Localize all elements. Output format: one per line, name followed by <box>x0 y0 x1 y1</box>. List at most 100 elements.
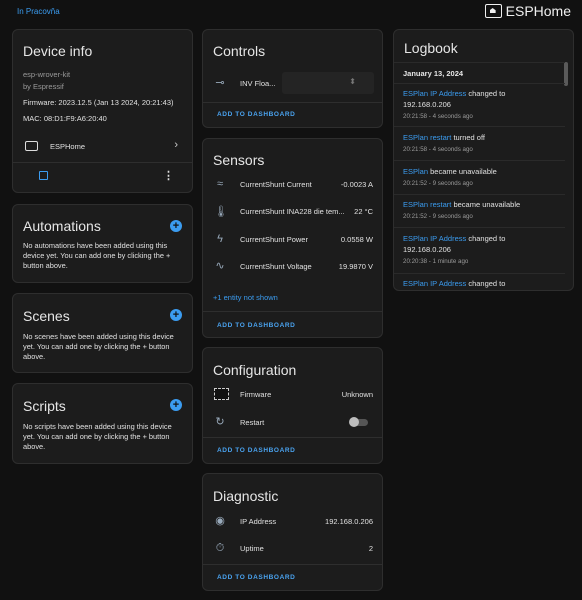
card-title: Configuration <box>213 362 297 378</box>
log-text: changed to <box>466 279 506 288</box>
card-title: Automations <box>23 218 101 234</box>
sine-wave-icon: ∿ <box>215 260 225 272</box>
log-entry: ESPlan became unavailable 20:21:52 - 9 s… <box>403 166 561 189</box>
log-text: changed to <box>466 89 506 98</box>
divider <box>394 126 565 127</box>
log-detail: 192.168.0.206 <box>403 245 451 254</box>
log-entity-link[interactable]: ESPlan restart <box>403 200 451 209</box>
divider <box>203 311 382 312</box>
log-text: became unavailable <box>451 200 521 209</box>
eye-icon: ◉ <box>215 515 225 527</box>
log-entity-link[interactable]: ESPlan restart <box>403 133 451 142</box>
configuration-card: Configuration Firmware Unknown ↻ Restart… <box>202 347 383 464</box>
card-title: Diagnostic <box>213 488 279 504</box>
restart-icon: ↻ <box>215 416 225 428</box>
log-entity-link[interactable]: ESPlan IP Address <box>403 234 466 243</box>
inv-float-select[interactable]: ⬍ <box>282 72 374 94</box>
empty-state-text: No scripts have been added using this de… <box>23 422 172 451</box>
sensor-label[interactable]: CurrentShunt Voltage <box>240 262 312 271</box>
controls-card: Controls ⊸ INV Floa... ⬍ ADD TO DASHBOAR… <box>202 29 383 128</box>
card-title: Scripts <box>23 398 66 414</box>
log-text: changed to <box>466 234 506 243</box>
logbook-card: Logbook January 13, 2024 ESPlan IP Addre… <box>393 29 574 291</box>
esphome-brand: ESPHome <box>484 3 571 19</box>
card-title: Controls <box>213 43 266 59</box>
card-title: Scenes <box>23 308 70 324</box>
add-to-dashboard-button[interactable]: ADD TO DASHBOARD <box>217 111 295 118</box>
divider <box>394 273 565 274</box>
log-entity-link[interactable]: ESPlan IP Address <box>403 279 466 288</box>
log-entry: ESPlan IP Address changed to 192.168.0.2… <box>403 88 561 122</box>
esphome-integration-icon <box>25 141 38 151</box>
diagnostic-label[interactable]: IP Address <box>240 517 276 526</box>
lightning-icon: ϟ <box>217 233 223 245</box>
diagnostic-label[interactable]: Uptime <box>240 544 264 553</box>
diagnostic-value: 192.168.0.206 <box>325 517 373 526</box>
divider <box>394 83 565 84</box>
config-value: Unknown <box>341 390 373 399</box>
scripts-card: Scripts + No scripts have been added usi… <box>12 383 193 464</box>
divider <box>394 160 565 161</box>
chevron-right-icon: › <box>174 139 178 151</box>
log-time: 20:21:58 - 4 seconds ago <box>403 146 473 153</box>
sensor-label[interactable]: CurrentShunt INA228 die tem... <box>240 207 345 216</box>
empty-state-text: No automations have been added using thi… <box>23 241 171 270</box>
log-time: 20:21:52 - 9 seconds ago <box>403 213 473 220</box>
sensor-label[interactable]: CurrentShunt Power <box>240 235 308 244</box>
thermometer-icon: 🌡 <box>214 206 228 218</box>
config-label[interactable]: Restart <box>240 418 264 427</box>
esphome-logo-icon <box>484 4 502 18</box>
restart-toggle-knob[interactable] <box>349 417 359 427</box>
sensor-value: -0.0023 A <box>340 180 373 189</box>
log-entry: ESPlan restart turned off 20:21:58 - 4 s… <box>403 132 561 155</box>
top-bar: In Pracovňa ESPHome <box>0 0 582 26</box>
card-title: Device info <box>23 43 93 59</box>
open-external-icon[interactable] <box>39 171 48 180</box>
add-automation-button[interactable]: + <box>170 220 182 232</box>
more-options-icon[interactable]: ⋮ <box>163 169 174 182</box>
add-to-dashboard-button[interactable]: ADD TO DASHBOARD <box>217 322 295 329</box>
brand-name: ESPHome <box>505 3 571 19</box>
log-entry: ESPlan restart became unavailable 20:21:… <box>403 199 561 222</box>
sensors-card: Sensors ≈ CurrentShunt Current -0.0023 A… <box>202 138 383 338</box>
area-link[interactable]: In Pracovňa <box>17 7 60 16</box>
integration-row[interactable]: ESPHome › <box>13 134 192 158</box>
select-arrows-icon: ⬍ <box>349 77 356 86</box>
show-more-entities-link[interactable]: +1 entity not shown <box>213 293 278 302</box>
log-entry: ESPlan IP Address changed to 192.168.0.2… <box>403 233 561 267</box>
logbook-date: January 13, 2024 <box>403 69 464 78</box>
log-entity-link[interactable]: ESPlan IP Address <box>403 89 466 98</box>
log-text: became unavailable <box>428 167 497 176</box>
log-time: 20:21:58 - 4 seconds ago <box>403 113 473 120</box>
add-to-dashboard-button[interactable]: ADD TO DASHBOARD <box>217 447 295 454</box>
card-title: Logbook <box>404 40 458 56</box>
inverter-icon: ⊸ <box>215 77 225 89</box>
device-model: esp-wrover-kit <box>23 70 71 79</box>
divider <box>394 62 565 63</box>
diagnostic-value: 2 <box>368 544 373 553</box>
divider <box>13 162 192 163</box>
control-label: INV Floa... <box>240 79 276 88</box>
add-to-dashboard-button[interactable]: ADD TO DASHBOARD <box>217 574 295 581</box>
divider <box>394 194 565 195</box>
log-entry: ESPlan IP Address changed to <box>403 278 561 289</box>
log-time: 20:20:38 - 1 minute ago <box>403 258 469 265</box>
empty-state-text: No scenes have been added using this dev… <box>23 332 174 361</box>
divider <box>203 102 382 103</box>
integration-label: ESPHome <box>50 142 86 151</box>
add-script-button[interactable]: + <box>170 399 182 411</box>
log-entity-link[interactable]: ESPlan <box>403 167 428 176</box>
device-manufacturer: by Espressif <box>23 82 64 91</box>
add-scene-button[interactable]: + <box>170 309 182 321</box>
sensor-value: 19.9870 V <box>338 262 373 271</box>
firmware-info: Firmware: 2023.12.5 (Jan 13 2024, 20:21:… <box>23 98 174 107</box>
log-text: turned off <box>451 133 485 142</box>
scenes-card: Scenes + No scenes have been added using… <box>12 293 193 373</box>
sensor-label[interactable]: CurrentShunt Current <box>240 180 312 189</box>
divider <box>394 227 565 228</box>
sensor-value: 22 °C <box>354 207 373 216</box>
divider <box>203 564 382 565</box>
diagnostic-card: Diagnostic ◉ IP Address 192.168.0.206 ⏱ … <box>202 473 383 591</box>
log-detail: 192.168.0.206 <box>403 100 451 109</box>
config-label[interactable]: Firmware <box>240 390 271 399</box>
